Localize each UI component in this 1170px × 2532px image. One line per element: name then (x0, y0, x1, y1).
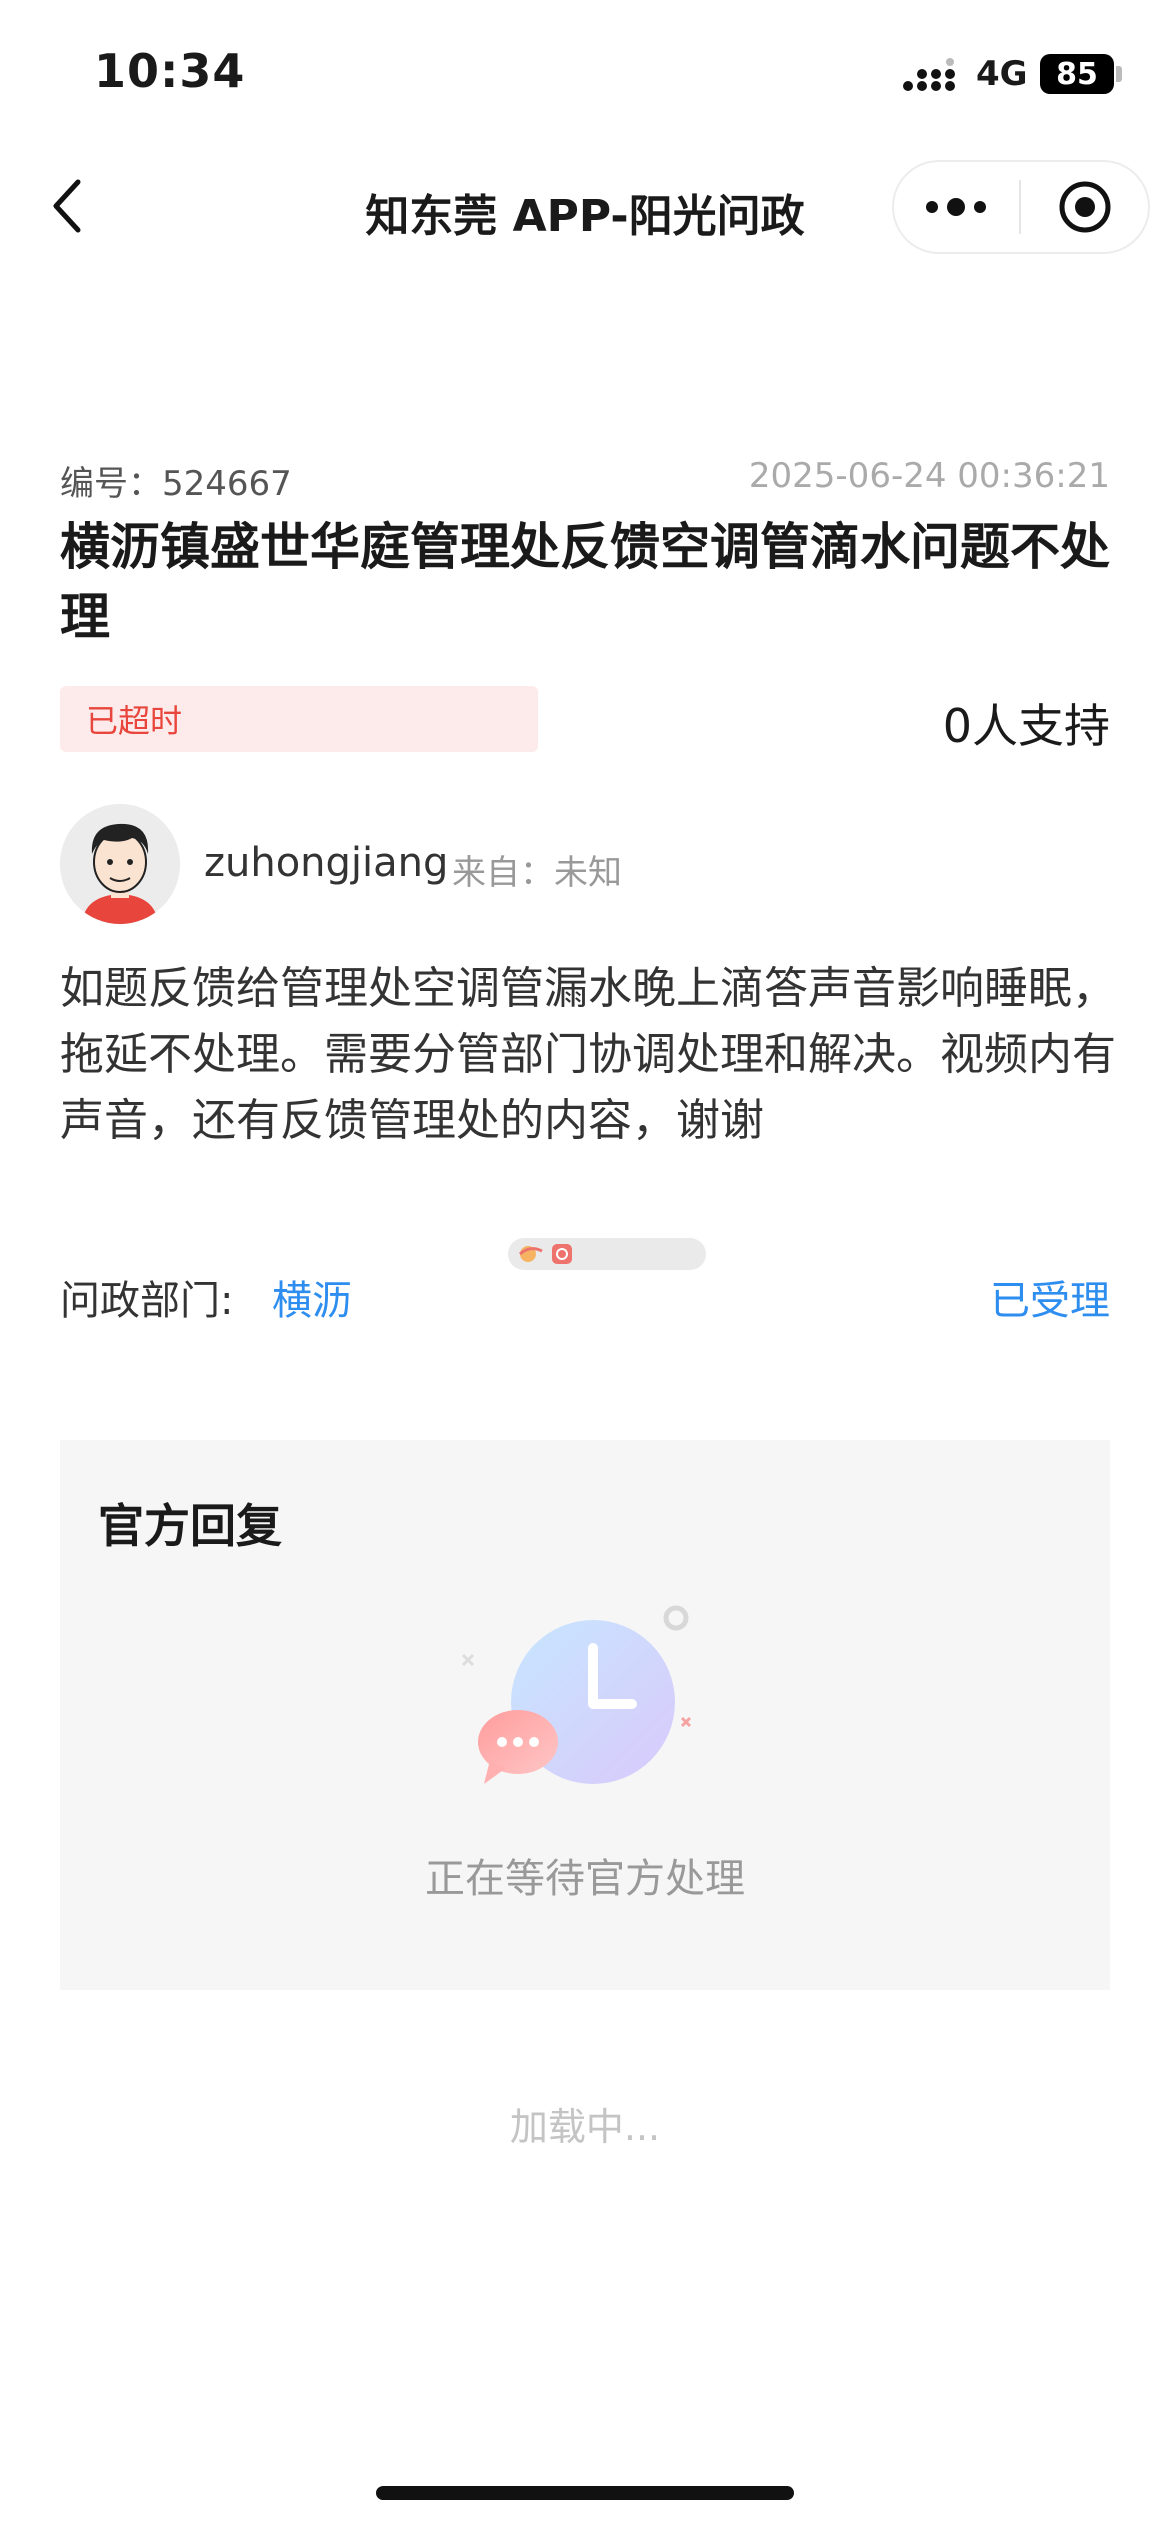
post-content: 如题反馈给管理处空调管漏水晚上滴答声音影响睡眠，拖延不处理。需要分管部门协调处理… (60, 963, 1116, 1146)
close-target-icon (1059, 181, 1111, 233)
user-avatar-icon (60, 804, 180, 924)
signal-icon (903, 58, 955, 91)
post-number: 编号：524667 (60, 464, 292, 504)
watermark-logo-icon (518, 1246, 543, 1262)
post-title: 横沥镇盛世华庭管理处反馈空调管滴水问题不处理 (60, 518, 1110, 646)
official-reply-title: 官方回复 (98, 1499, 282, 1553)
department-link[interactable]: 横沥 (272, 1268, 352, 1326)
chat-bubble-icon (478, 1710, 558, 1784)
page-title: 知东莞 APP-阳光问政 (365, 191, 805, 242)
support-count[interactable]: 0人支持 (943, 690, 1110, 756)
watermark (508, 1238, 706, 1270)
back-chevron-icon (53, 179, 81, 233)
department-label: 问政部门: (60, 1278, 234, 1324)
status-time: 10:34 (94, 44, 246, 98)
post-timestamp: 2025-06-24 00:36:21 (748, 456, 1110, 496)
watermark-app-icon (552, 1244, 572, 1264)
battery-tip (1116, 66, 1122, 82)
waiting-illustration (461, 1605, 692, 1784)
close-mini-program-button[interactable] (1030, 170, 1140, 244)
post-source: 来自：未知 (452, 853, 622, 893)
avatar[interactable] (60, 804, 180, 924)
home-indicator[interactable] (376, 2486, 794, 2500)
battery-level: 85 (1056, 56, 1098, 92)
username[interactable]: zuhongjiang (204, 840, 448, 886)
network-type: 4G (976, 54, 1028, 94)
more-button[interactable] (900, 170, 1012, 244)
waiting-text: 正在等待官方处理 (425, 1856, 745, 1902)
battery-indicator: 85 (1040, 54, 1114, 94)
capsule-divider (1019, 180, 1021, 234)
loading-text: 加载中... (509, 2105, 661, 2149)
more-dots-icon (926, 198, 986, 216)
status-label: 已受理 (990, 1278, 1110, 1324)
back-button[interactable] (40, 174, 96, 238)
overdue-badge: 已超时 (60, 686, 538, 752)
